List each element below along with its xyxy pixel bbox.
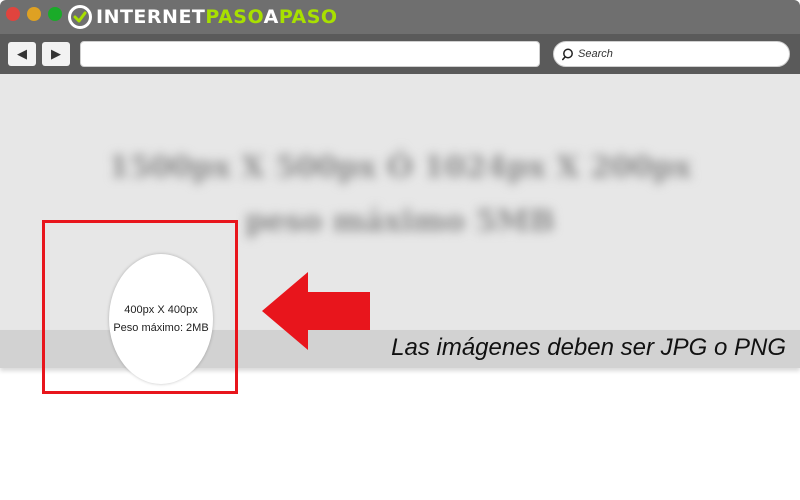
cover-size-text: 1500px X 500px Ó 1024px X 200px [108,150,692,185]
format-info-text: Las imágenes deben ser JPG o PNG [391,334,786,361]
logo-wordmark: INTERNETPASOAPASO [96,3,338,31]
checkmark-logo-icon [68,5,92,29]
address-bar[interactable] [80,41,540,67]
search-icon [562,48,573,60]
search-input[interactable]: Search [553,41,790,67]
back-button[interactable]: ◀ [8,42,36,66]
browser-window: INTERNETPASOAPASO ◀ ▶ Search 1500px X 50… [0,0,800,500]
browser-toolbar: ◀ ▶ Search [0,34,800,74]
page-content: 1500px X 500px Ó 1024px X 200px peso máx… [0,74,800,500]
back-arrow-icon: ◀ [17,46,27,61]
title-bar: INTERNETPASOAPASO [0,0,800,34]
logo-word-a: A [263,6,279,28]
avatar-size-text: 400px X 400px [124,304,198,316]
zoom-window-button[interactable] [48,7,62,21]
site-logo: INTERNETPASOAPASO [68,3,338,31]
minimize-window-button[interactable] [27,7,41,21]
profile-image-placeholder[interactable]: 400px X 400px Peso máximo: 2MB [109,254,213,384]
logo-word-internet: INTERNET [96,6,206,28]
avatar-weight-text: Peso máximo: 2MB [113,322,209,334]
red-arrow-icon [262,272,370,350]
forward-button[interactable]: ▶ [42,42,70,66]
forward-arrow-icon: ▶ [51,46,61,61]
close-window-button[interactable] [6,7,20,21]
logo-word-paso-2: PASO [278,6,338,28]
search-placeholder: Search [578,48,613,60]
logo-word-paso: PASO [205,6,264,28]
